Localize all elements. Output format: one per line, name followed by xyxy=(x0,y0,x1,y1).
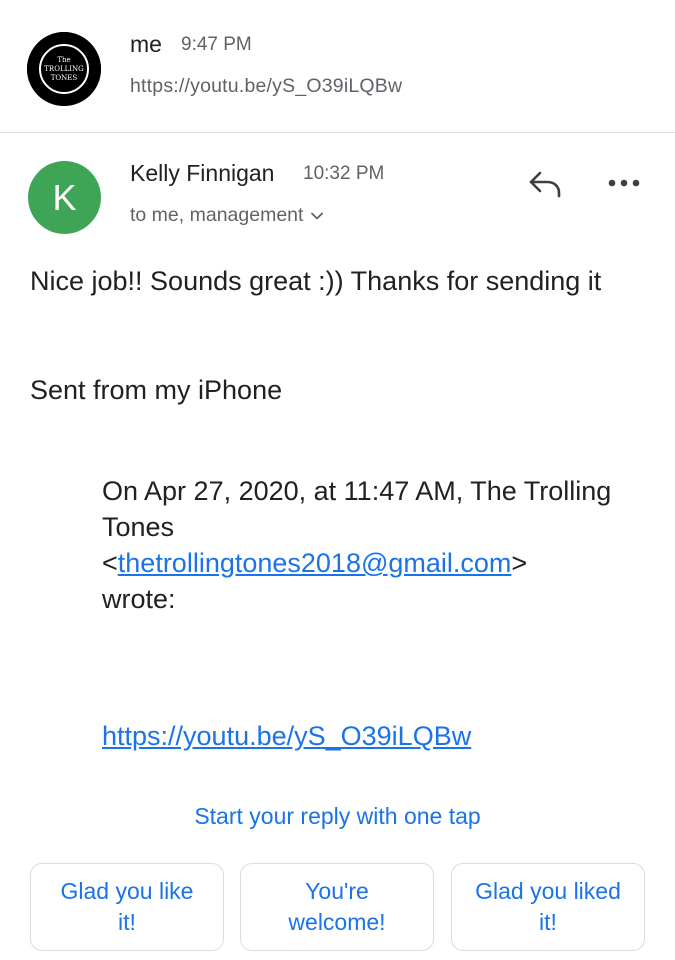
sender-name: Kelly Finnigan xyxy=(130,160,275,186)
recipients-toggle[interactable]: to me, management xyxy=(130,204,324,227)
message-signature: Sent from my iPhone xyxy=(30,375,283,405)
divider xyxy=(0,132,675,133)
more-options-button[interactable] xyxy=(600,168,648,198)
quote-gt: > xyxy=(511,548,528,578)
quote-intro: On Apr 27, 2020, at 11:47 AM, The Trolli… xyxy=(102,476,612,542)
smart-reply-chip[interactable]: You're welcome! xyxy=(240,863,434,951)
smart-reply-chip-label: You're welcome! xyxy=(288,878,386,935)
smart-reply-chip[interactable]: Glad you like it! xyxy=(30,863,224,951)
band-logo-icon: The TROLLING TONES xyxy=(27,32,101,106)
message-preview[interactable]: https://youtu.be/yS_O39iLQBw xyxy=(130,75,402,98)
quote-email-link[interactable]: thetrollingtones2018@gmail.com xyxy=(118,548,512,578)
quoted-header: On Apr 27, 2020, at 11:47 AM, The Trolli… xyxy=(102,473,622,617)
sender-name: me xyxy=(130,31,162,57)
youtube-link[interactable]: https://youtu.be/yS_O39iLQBw xyxy=(102,718,471,754)
quote-lt: < xyxy=(102,548,118,578)
smart-reply-chip[interactable]: Glad you liked it! xyxy=(451,863,645,951)
message-time: 10:32 PM xyxy=(303,163,385,184)
reply-icon xyxy=(529,171,561,198)
smart-reply-chip-label: Glad you liked it! xyxy=(475,878,621,935)
smart-reply-chip-label: Glad you like it! xyxy=(60,878,194,935)
avatar: K xyxy=(28,161,101,234)
smart-reply-title: Start your reply with one tap xyxy=(194,803,481,829)
reply-button[interactable] xyxy=(523,166,567,202)
svg-text:TROLLING: TROLLING xyxy=(44,65,84,73)
more-horiz-icon xyxy=(608,179,640,187)
quote-wrote: wrote: xyxy=(102,584,176,614)
message-time: 9:47 PM xyxy=(181,34,252,55)
message-body: Nice job!! Sounds great :)) Thanks for s… xyxy=(30,266,602,296)
svg-text:TONES: TONES xyxy=(51,74,78,82)
chevron-down-icon xyxy=(311,212,324,219)
avatar: The TROLLING TONES xyxy=(27,32,101,106)
svg-text:The: The xyxy=(57,56,70,64)
recipients-label: to me, management xyxy=(130,204,304,226)
